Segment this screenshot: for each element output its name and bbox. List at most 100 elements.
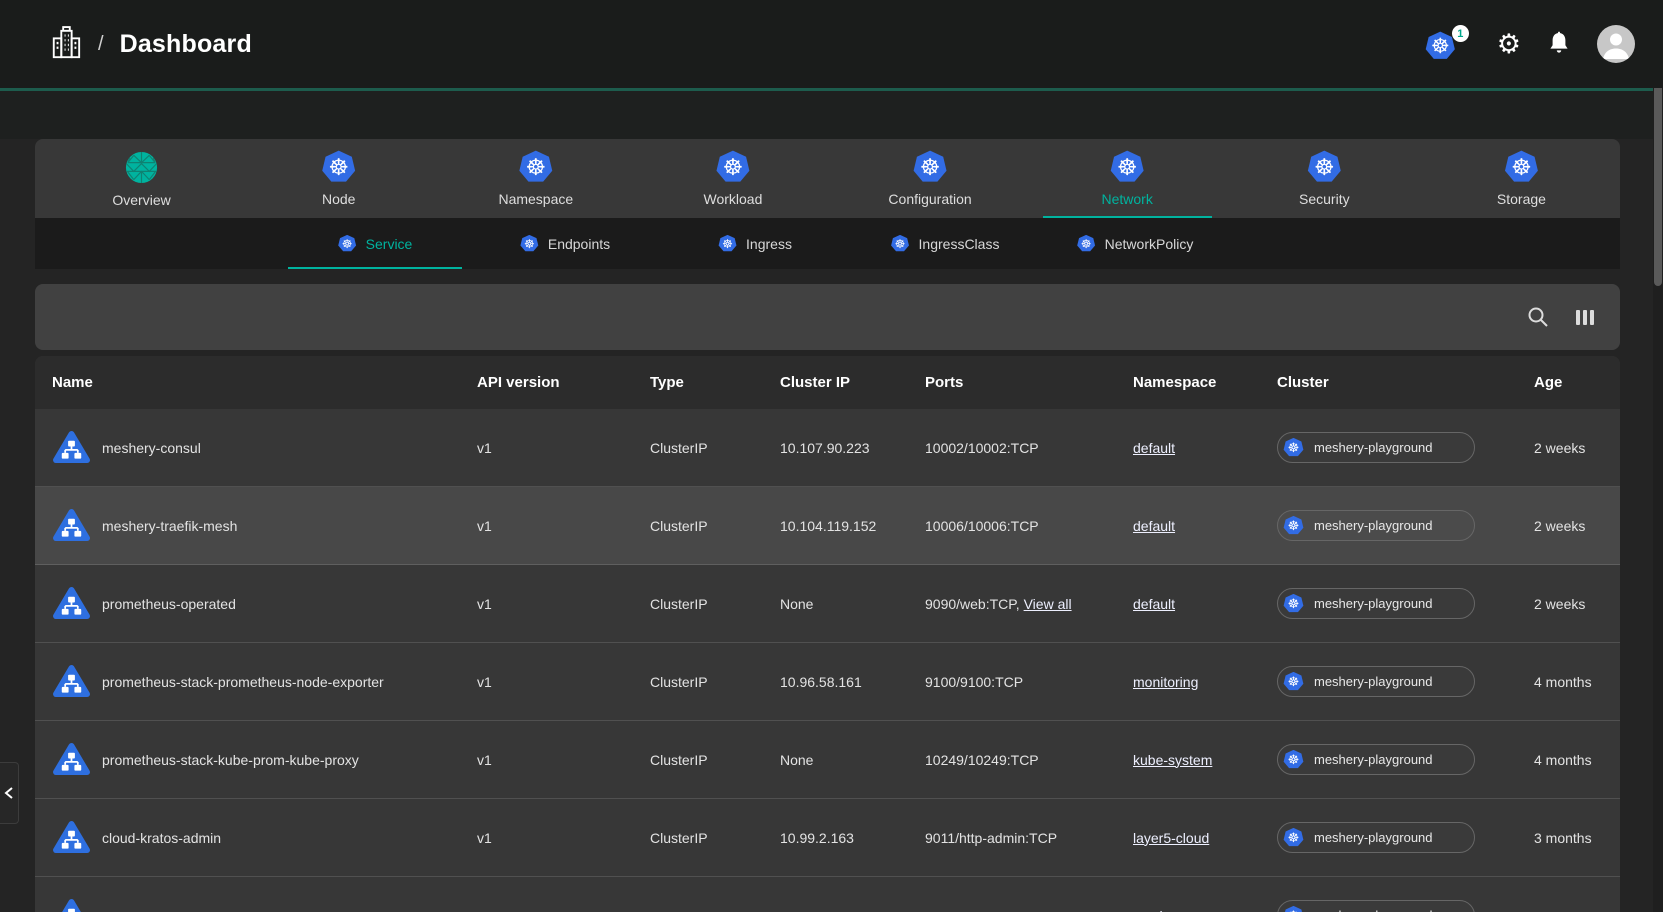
table-header-row: Name API version Type Cluster IP Ports N…	[35, 356, 1620, 409]
column-header-type[interactable]: Type	[650, 374, 780, 391]
network-subtab[interactable]: ☸ Endpoints	[470, 218, 660, 269]
cell-cluster-ip: 10.99.2.163	[780, 830, 925, 846]
network-subtab[interactable]: ☸ NetworkPolicy	[1040, 218, 1230, 269]
kubernetes-icon: ☸	[913, 150, 948, 184]
kubernetes-icon: ☸	[1283, 516, 1304, 536]
kubernetes-icon: ☸	[1283, 594, 1304, 614]
kubernetes-icon: ☸	[1504, 150, 1539, 184]
namespace-link[interactable]: meshery	[1133, 908, 1187, 912]
service-icon	[52, 430, 91, 465]
tab-label: Security	[1299, 191, 1350, 207]
column-header-age[interactable]: Age	[1534, 374, 1620, 391]
cell-cluster-ip: 10.107.90.223	[780, 440, 925, 456]
building-icon[interactable]	[50, 24, 82, 64]
resource-tab[interactable]: ☸ Network	[1029, 139, 1226, 218]
resource-tab[interactable]: ☸ Storage	[1423, 139, 1620, 218]
network-subtab[interactable]: ☸ Ingress	[660, 218, 850, 269]
service-icon	[52, 664, 91, 699]
breadcrumb-separator: /	[98, 33, 104, 56]
kubernetes-icon: ☸	[1077, 235, 1096, 253]
cluster-chip[interactable]: ☸ meshery-playground	[1277, 666, 1475, 697]
kubernetes-icon: ☸	[321, 150, 356, 184]
cluster-chip[interactable]: ☸ meshery-playground	[1277, 510, 1475, 541]
network-subtabs: ☸ Service ☸ Endpoints ☸ Ingress ☸ Ingres…	[35, 218, 1620, 269]
namespace-link[interactable]: default	[1133, 596, 1175, 612]
cluster-chip[interactable]: ☸ meshery-playground	[1277, 822, 1475, 853]
network-subtab[interactable]: ☸ IngressClass	[850, 218, 1040, 269]
resource-tab[interactable]: ☸ Node	[240, 139, 437, 218]
kubernetes-icon: ☸	[520, 235, 539, 253]
cluster-chip[interactable]: ☸ meshery-playground	[1277, 588, 1475, 619]
cell-cluster-ip: 10.96.58.161	[780, 674, 925, 690]
chevron-left-icon	[3, 786, 15, 800]
namespace-link[interactable]: default	[1133, 440, 1175, 456]
resource-tab[interactable]: ☸ Workload	[634, 139, 831, 218]
cell-type: ClusterIP	[650, 440, 780, 456]
service-icon	[52, 898, 91, 912]
column-header-cluster[interactable]: Cluster	[1277, 374, 1534, 391]
cell-type: ClusterIP	[650, 752, 780, 768]
tab-label: Node	[322, 191, 355, 207]
columns-icon[interactable]	[1576, 310, 1595, 325]
cluster-chip-label: meshery-playground	[1314, 440, 1433, 455]
service-name: meshery-traefik-mesh	[102, 518, 237, 534]
gear-icon[interactable]: ⚙	[1497, 31, 1521, 58]
kubernetes-icon: ☸	[1283, 828, 1304, 848]
namespace-link[interactable]: kube-system	[1133, 752, 1212, 768]
cell-type: ClusterIP	[650, 830, 780, 846]
service-icon	[52, 586, 91, 621]
kubernetes-icon: ☸	[891, 235, 910, 253]
column-header-ports[interactable]: Ports	[925, 374, 1133, 391]
cluster-chip[interactable]: ☸ meshery-playground	[1277, 900, 1475, 912]
page-scrollbar	[1653, 0, 1663, 912]
service-name: cloud-kratos-admin	[102, 830, 221, 846]
column-header-cluster-ip[interactable]: Cluster IP	[780, 374, 925, 391]
cell-age: 3 months	[1534, 830, 1620, 846]
cell-cluster-ip: None	[780, 596, 925, 612]
namespace-link[interactable]: monitoring	[1133, 674, 1198, 690]
cell-type: ClusterIP	[650, 518, 780, 534]
cell-ports: 9090/web:TCP,	[925, 596, 1020, 612]
service-name: meshery-consul	[102, 440, 201, 456]
table-row[interactable]: prometheus-operated v1 ClusterIP None 90…	[35, 565, 1620, 643]
table-row[interactable]: meshery ☸ meshery-playground	[35, 877, 1620, 912]
resource-tab[interactable]: ☸ Namespace	[437, 139, 634, 218]
subtab-label: NetworkPolicy	[1105, 236, 1194, 252]
kubernetes-context-button[interactable]: ☸ 1	[1425, 27, 1471, 61]
subtab-label: IngressClass	[919, 236, 1000, 252]
subtab-label: Endpoints	[548, 236, 610, 252]
bell-icon[interactable]	[1547, 31, 1571, 57]
cell-type: ClusterIP	[650, 596, 780, 612]
cell-api-version: v1	[477, 440, 650, 456]
cluster-chip[interactable]: ☸ meshery-playground	[1277, 744, 1475, 775]
column-header-name[interactable]: Name	[35, 374, 477, 391]
cluster-chip-label: meshery-playground	[1314, 518, 1433, 533]
cell-ports: 10006/10006:TCP	[925, 518, 1039, 534]
table-body: meshery-consul v1 ClusterIP 10.107.90.22…	[35, 409, 1620, 912]
kubernetes-icon: ☸	[338, 235, 357, 253]
table-row[interactable]: prometheus-stack-prometheus-node-exporte…	[35, 643, 1620, 721]
namespace-link[interactable]: layer5-cloud	[1133, 830, 1209, 846]
table-row[interactable]: meshery-consul v1 ClusterIP 10.107.90.22…	[35, 409, 1620, 487]
table-row[interactable]: meshery-traefik-mesh v1 ClusterIP 10.104…	[35, 487, 1620, 565]
resource-tab[interactable]: ☸ Overview	[43, 139, 240, 218]
network-subtab[interactable]: ☸ Service	[280, 218, 470, 269]
kubernetes-icon: ☸	[1425, 31, 1456, 61]
table-row[interactable]: cloud-kratos-admin v1 ClusterIP 10.99.2.…	[35, 799, 1620, 877]
collapse-drawer-button[interactable]	[0, 762, 19, 824]
cell-age: 2 weeks	[1534, 518, 1620, 534]
avatar[interactable]	[1597, 25, 1635, 63]
table-toolbar	[35, 284, 1620, 350]
cluster-chip[interactable]: ☸ meshery-playground	[1277, 432, 1475, 463]
cell-age: 4 months	[1534, 674, 1620, 690]
table-row[interactable]: prometheus-stack-kube-prom-kube-proxy v1…	[35, 721, 1620, 799]
column-header-namespace[interactable]: Namespace	[1133, 374, 1277, 391]
namespace-link[interactable]: default	[1133, 518, 1175, 534]
cell-ports: 10002/10002:TCP	[925, 440, 1039, 456]
view-all-ports-link[interactable]: View all	[1024, 596, 1072, 612]
search-icon[interactable]	[1526, 305, 1550, 329]
resource-tab[interactable]: ☸ Configuration	[832, 139, 1029, 218]
column-header-api-version[interactable]: API version	[477, 374, 650, 391]
cluster-chip-label: meshery-playground	[1314, 830, 1433, 845]
resource-tab[interactable]: ☸ Security	[1226, 139, 1423, 218]
